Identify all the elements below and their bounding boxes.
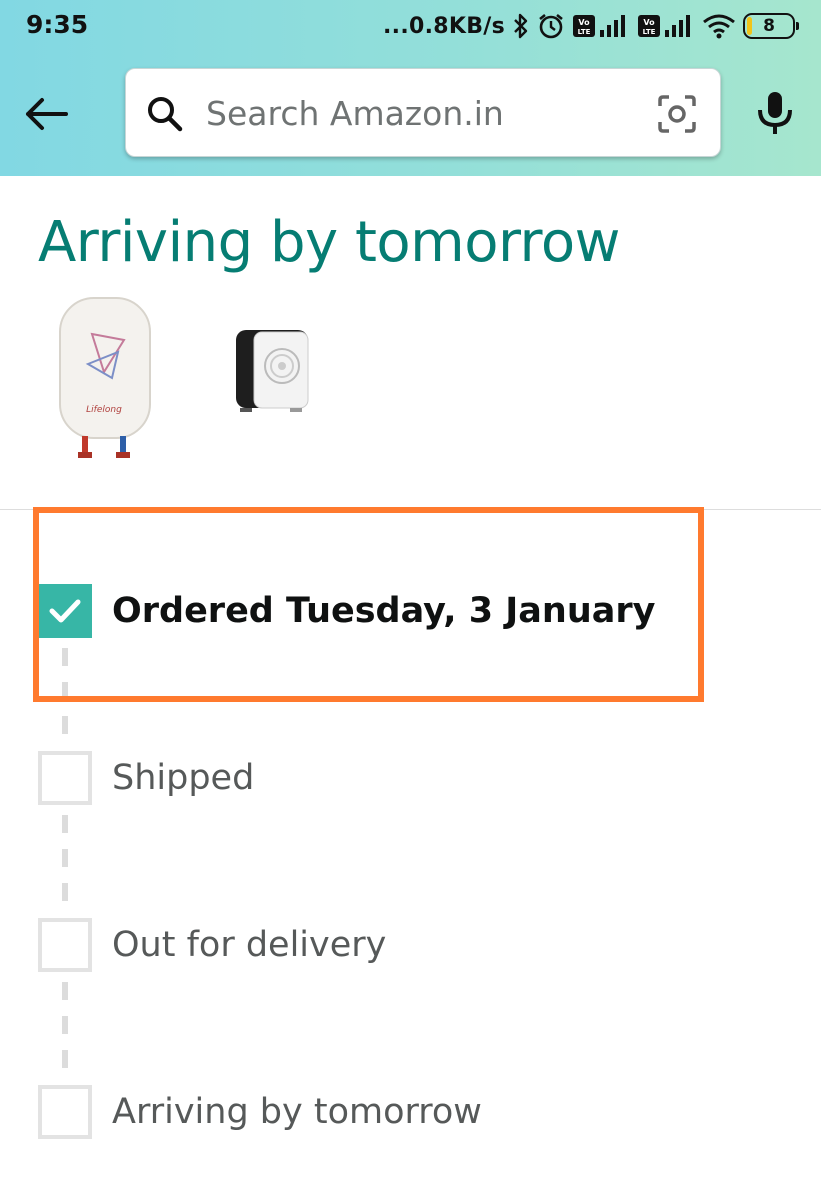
status-bar: 9:35 ...0.8KB/s Vo LTE Vo LTE 8: [0, 0, 821, 52]
product-water-heater[interactable]: Lifelong: [52, 294, 158, 464]
step-checkbox: [38, 751, 92, 805]
product-fan-heater[interactable]: [226, 326, 320, 418]
sim2-signal-icon: Vo LTE: [637, 12, 695, 40]
bluetooth-icon: [512, 12, 530, 40]
step-label: Shipped: [112, 758, 255, 798]
status-icons: ...0.8KB/s Vo LTE Vo LTE 8: [383, 9, 799, 43]
shipment-title: Arriving by tomorrow: [38, 210, 620, 275]
battery-icon: 8: [743, 13, 799, 39]
timeline-step-out-for-delivery: Out for delivery: [38, 918, 386, 972]
mic-icon: [758, 92, 792, 134]
search-input[interactable]: [206, 87, 636, 139]
search-bar[interactable]: [125, 68, 721, 157]
svg-text:Vo: Vo: [578, 18, 590, 27]
app-header: 9:35 ...0.8KB/s Vo LTE Vo LTE 8: [0, 0, 821, 176]
heater-brand-text: Lifelong: [86, 405, 122, 415]
sim1-signal-icon: Vo LTE: [572, 12, 630, 40]
battery-level: 8: [763, 16, 775, 36]
svg-text:Vo: Vo: [643, 18, 655, 27]
wifi-icon: [702, 13, 736, 39]
fan-heater-image: [236, 330, 309, 412]
svg-text:LTE: LTE: [578, 28, 591, 36]
step-checkbox: [38, 918, 92, 972]
search-icon: [148, 97, 183, 132]
status-time: 9:35: [26, 10, 89, 39]
back-arrow-icon: [26, 98, 68, 130]
voice-search-button[interactable]: [752, 90, 798, 136]
timeline-connector: [62, 815, 68, 917]
step-label: Out for delivery: [112, 925, 387, 965]
network-speed: ...0.8KB/s: [383, 13, 505, 39]
back-button[interactable]: [22, 92, 70, 136]
timeline-step-arriving: Arriving by tomorrow: [38, 1085, 482, 1139]
svg-text:LTE: LTE: [643, 28, 656, 36]
timeline-step-shipped: Shipped: [38, 751, 254, 805]
timeline-connector: [62, 982, 68, 1084]
step-checkbox: [38, 1085, 92, 1139]
camera-icon[interactable]: [656, 93, 698, 135]
alarm-icon: [537, 12, 565, 40]
step-label: Arriving by tomorrow: [112, 1092, 482, 1132]
highlight-annotation: [33, 507, 704, 702]
water-heater-image: Lifelong: [59, 297, 151, 458]
